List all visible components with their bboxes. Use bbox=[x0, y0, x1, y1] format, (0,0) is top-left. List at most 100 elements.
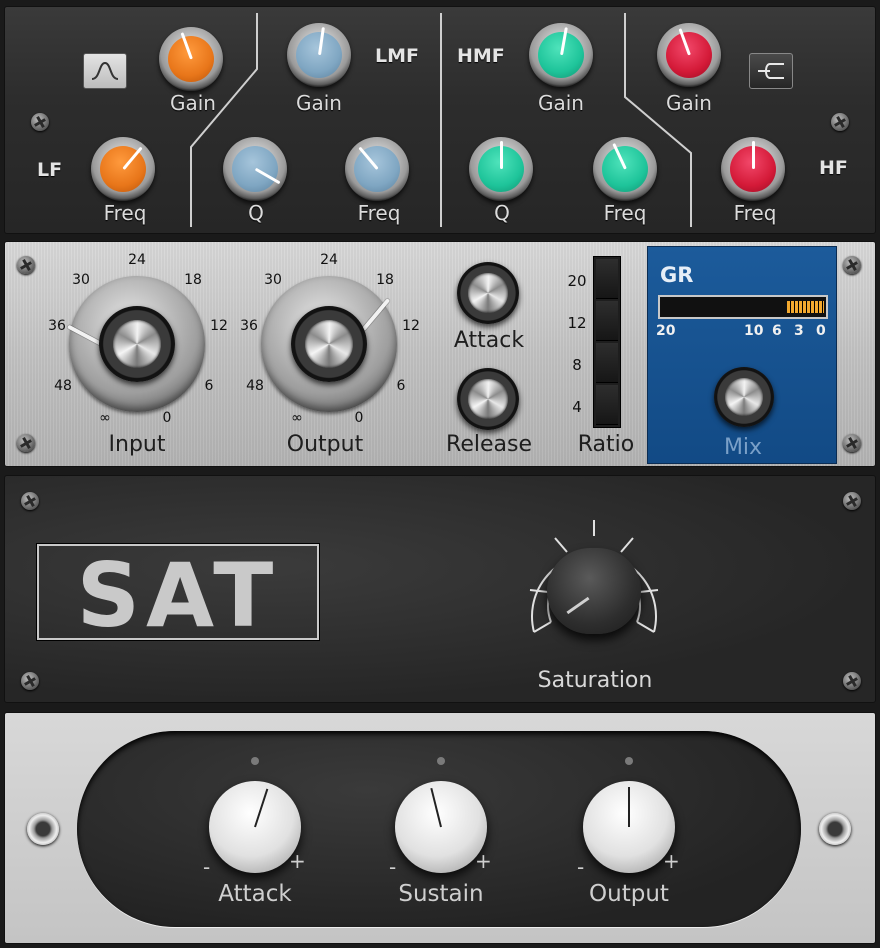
hmf-q-knob[interactable] bbox=[469, 137, 533, 201]
gain-reduction-panel: GR 20 10 6 3 0 Mix bbox=[647, 246, 837, 464]
attack-knob[interactable] bbox=[457, 262, 519, 324]
release-knob[interactable] bbox=[457, 368, 519, 430]
lmf-band-label: LMF bbox=[375, 45, 419, 67]
ratio-value: 8 bbox=[572, 356, 582, 374]
minus-sign: - bbox=[389, 855, 397, 879]
screw-icon bbox=[21, 492, 39, 510]
hf-freq-label: Freq bbox=[733, 201, 777, 225]
lf-bell-shape-button[interactable] bbox=[83, 53, 127, 89]
output-label: Output bbox=[286, 432, 364, 457]
transient-control-area: - + Attack - + Sustain - + Output bbox=[77, 731, 801, 927]
ratio-label: Ratio bbox=[577, 432, 635, 457]
hf-gain-knob[interactable] bbox=[657, 23, 721, 87]
center-mark-dot bbox=[625, 757, 633, 765]
lmf-gain-label: Gain bbox=[296, 91, 342, 115]
scale-label: 30 bbox=[72, 272, 90, 288]
attack-label: Attack bbox=[453, 328, 525, 353]
scale-label: ∞ bbox=[291, 410, 303, 426]
hmf-freq-label: Freq bbox=[603, 201, 647, 225]
screw-icon bbox=[843, 434, 861, 452]
gr-scale-label: 3 bbox=[794, 323, 804, 339]
lf-freq-knob[interactable] bbox=[91, 137, 155, 201]
center-mark-dot bbox=[437, 757, 445, 765]
ratio-value: 20 bbox=[567, 272, 587, 290]
scale-label: 0 bbox=[162, 410, 172, 426]
transient-sustain-label: Sustain bbox=[398, 881, 484, 907]
saturation-panel: SAT Saturation bbox=[4, 475, 876, 703]
hmf-gain-label: Gain bbox=[538, 91, 584, 115]
saturation-label: Saturation bbox=[537, 668, 653, 693]
hf-band-label: HF bbox=[819, 157, 848, 179]
mix-knob[interactable] bbox=[714, 367, 774, 427]
lf-freq-label: Freq bbox=[103, 201, 147, 225]
transient-panel: - + Attack - + Sustain - + Output bbox=[4, 712, 876, 944]
scale-label: 48 bbox=[54, 378, 72, 394]
gr-title: GR bbox=[660, 263, 694, 287]
screw-icon bbox=[843, 672, 861, 690]
lmf-freq-knob[interactable] bbox=[345, 137, 409, 201]
lmf-gain-knob[interactable] bbox=[287, 23, 351, 87]
release-label: Release bbox=[446, 432, 532, 457]
scale-label: 24 bbox=[128, 252, 146, 268]
transient-attack-knob[interactable] bbox=[209, 781, 301, 873]
lf-gain-knob[interactable] bbox=[159, 27, 223, 91]
scale-label: ∞ bbox=[99, 410, 111, 426]
scale-label: 48 bbox=[246, 378, 264, 394]
lmf-freq-label: Freq bbox=[357, 201, 401, 225]
transient-output-label: Output bbox=[589, 881, 669, 907]
saturation-knob-pointer bbox=[566, 596, 590, 615]
scale-label: 36 bbox=[240, 318, 258, 334]
input-knob[interactable] bbox=[99, 306, 175, 382]
ratio-button-4[interactable] bbox=[596, 385, 618, 425]
transient-attack-label: Attack bbox=[218, 881, 292, 907]
gr-meter bbox=[658, 295, 828, 319]
scale-label: 18 bbox=[184, 272, 202, 288]
ratio-value: 4 bbox=[572, 398, 582, 416]
plus-sign: + bbox=[663, 849, 680, 873]
gr-scale-label: 6 bbox=[772, 323, 782, 339]
sat-logo-text: SAT bbox=[76, 544, 280, 647]
ratio-value: 12 bbox=[567, 314, 587, 332]
transient-output-knob[interactable] bbox=[583, 781, 675, 873]
lf-band-label: LF bbox=[37, 159, 63, 181]
bell-filter-icon bbox=[91, 61, 119, 80]
scale-label: 24 bbox=[320, 252, 338, 268]
output-knob[interactable] bbox=[291, 306, 367, 382]
ratio-button-8[interactable] bbox=[596, 343, 618, 383]
ratio-button-12[interactable] bbox=[596, 301, 618, 341]
minus-sign: - bbox=[577, 855, 585, 879]
hmf-gain-knob[interactable] bbox=[529, 23, 593, 87]
ring-screw-icon bbox=[27, 813, 59, 845]
plus-sign: + bbox=[289, 849, 306, 873]
mix-label: Mix bbox=[723, 435, 763, 460]
scale-label: 6 bbox=[204, 378, 214, 394]
screw-icon bbox=[843, 492, 861, 510]
lmf-q-knob[interactable] bbox=[223, 137, 287, 201]
plus-sign: + bbox=[475, 849, 492, 873]
scale-label: 12 bbox=[402, 318, 420, 334]
hf-gain-label: Gain bbox=[666, 91, 712, 115]
transient-sustain-knob[interactable] bbox=[395, 781, 487, 873]
lf-gain-label: Gain bbox=[170, 91, 216, 115]
minus-sign: - bbox=[203, 855, 211, 879]
hmf-q-label: Q bbox=[494, 201, 510, 225]
hmf-freq-knob[interactable] bbox=[593, 137, 657, 201]
center-mark-dot bbox=[251, 757, 259, 765]
shelf-filter-icon bbox=[758, 63, 784, 79]
hf-shelf-shape-button[interactable] bbox=[749, 53, 793, 89]
screw-icon bbox=[843, 256, 861, 274]
saturation-knob[interactable] bbox=[547, 548, 641, 634]
eq-panel: Gain LF Freq Gain LMF Q Freq HMF Gain Q … bbox=[4, 6, 876, 234]
gr-scale-label: 10 bbox=[744, 323, 764, 339]
hf-freq-knob[interactable] bbox=[721, 137, 785, 201]
screw-icon bbox=[17, 256, 35, 274]
lmf-q-label: Q bbox=[248, 201, 264, 225]
input-label: Input bbox=[108, 432, 166, 457]
gr-scale-label: 20 bbox=[656, 323, 676, 339]
scale-label: 0 bbox=[354, 410, 364, 426]
sat-logo: SAT bbox=[36, 543, 320, 647]
ring-screw-icon bbox=[819, 813, 851, 845]
ratio-button-20[interactable] bbox=[596, 259, 618, 299]
ratio-selector[interactable] bbox=[593, 256, 621, 428]
scale-label: 30 bbox=[264, 272, 282, 288]
